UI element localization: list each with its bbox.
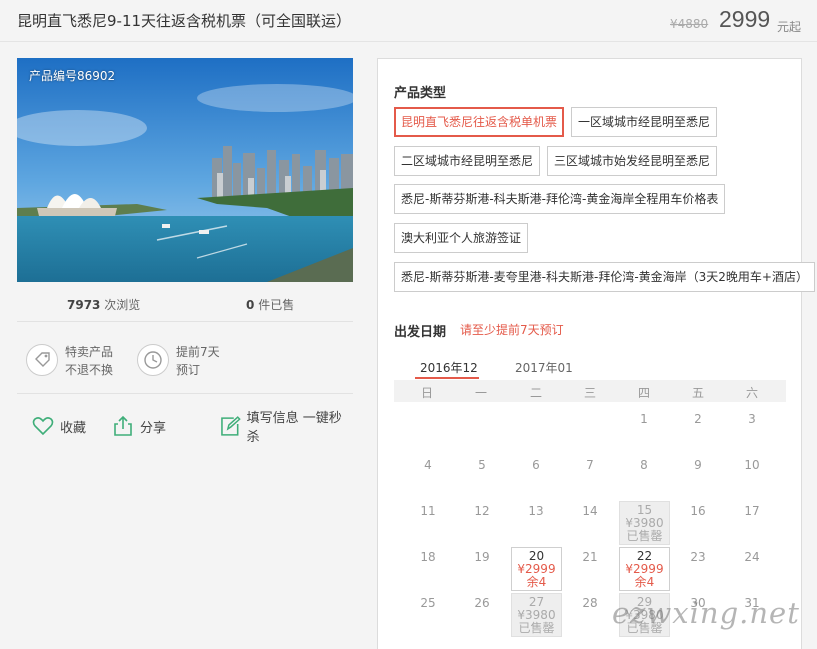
weekday-mon: 一 [474, 386, 487, 400]
feature-special-line2: 不退不换 [65, 363, 114, 377]
calendar-day: 17 [744, 504, 760, 518]
weekday-wed: 三 [583, 386, 596, 400]
calendar-day-available[interactable]: 22 ¥2999 余4 [619, 547, 670, 591]
calendar-day: 9 [694, 458, 702, 472]
calendar-day: 19 [474, 550, 490, 564]
site-watermark: ezwxing.net [612, 596, 800, 630]
product-type-option[interactable]: 三区域城市始发经昆明至悉尼 [547, 146, 718, 176]
active-month-indicator [415, 377, 479, 379]
calendar-day: 25 [420, 596, 436, 610]
heart-icon [32, 417, 54, 436]
sydney-harbour-image [17, 58, 353, 282]
product-photo: 产品编号86902 [17, 58, 353, 282]
edit-icon [221, 416, 241, 436]
product-type-option[interactable]: 悉尼-斯蒂芬斯港-科夫斯港-拜伦湾-黄金海岸全程用车价格表 [394, 184, 726, 214]
calendar-day: 8 [640, 458, 648, 472]
calendar-day-soldout: 27 ¥3980 已售罄 [511, 593, 562, 637]
calendar-day: 12 [474, 504, 490, 518]
tag-icon [26, 344, 58, 376]
feature-advance: 提前7天 预订 [176, 343, 220, 379]
cell-status: 余4 [634, 575, 655, 589]
calendar-day: 23 [690, 550, 706, 564]
booking-panel: 产品类型 昆明直飞悉尼往返含税单机票 一区域城市经昆明至悉尼 二区域城市经昆明至… [377, 58, 815, 649]
departure-date-label: 出发日期 [394, 325, 447, 340]
calendar-day: 1 [640, 412, 648, 426]
calendar-day: 24 [744, 550, 760, 564]
page-header: 昆明直飞悉尼9-11天往返含税机票（可全国联运） ¥4880 2999 元起 [0, 0, 817, 42]
product-code: 产品编号86902 [29, 69, 116, 83]
calendar-day-available[interactable]: 20 ¥2999 余4 [511, 547, 562, 591]
weekday-header: 日 一 二 三 四 五 六 [394, 380, 786, 402]
weekday-sun: 日 [420, 386, 433, 400]
feature-advance-line1: 提前7天 [176, 345, 220, 359]
calendar-day: 6 [532, 458, 540, 472]
sold-label: 件已售 [258, 298, 295, 312]
share-icon [114, 415, 132, 436]
booking-notice: 请至少提前7天预订 [460, 323, 564, 337]
calendar-day: 28 [582, 596, 598, 610]
cell-status: 已售罄 [626, 529, 663, 543]
cell-status: 余4 [526, 575, 547, 589]
weekday-tue: 二 [529, 386, 542, 400]
calendar-day: 16 [690, 504, 706, 518]
calendar-day: 21 [582, 550, 598, 564]
product-actions: 收藏 分享 填写信息 一键秒杀 [17, 411, 353, 445]
favorite-label: 收藏 [60, 420, 87, 436]
calendar-day: 18 [420, 550, 436, 564]
calendar-day: 10 [744, 458, 760, 472]
product-features: 特卖产品 不退不换 提前7天 预订 [17, 334, 353, 394]
calendar-day: 5 [478, 458, 486, 472]
calendar-day: 11 [420, 504, 436, 518]
calendar-day: 13 [528, 504, 544, 518]
feature-special-line1: 特卖产品 [65, 345, 114, 359]
views-stat: 7973 次浏览 [67, 296, 140, 313]
calendar-day: 2 [694, 412, 702, 426]
calendar-day-soldout: 15 ¥3980 已售罄 [619, 501, 670, 545]
calendar-day: 26 [474, 596, 490, 610]
calendar-day: 3 [748, 412, 756, 426]
current-price: 2999 [719, 6, 771, 32]
original-price: ¥4880 [670, 17, 709, 31]
share-label: 分享 [140, 420, 167, 436]
feature-advance-line2: 预订 [176, 363, 201, 377]
sold-stat: 0 件已售 [246, 296, 294, 313]
product-type-label: 产品类型 [394, 86, 447, 101]
cell-status: 已售罄 [518, 621, 555, 635]
favorite-button[interactable]: 收藏 [32, 412, 86, 440]
product-title: 昆明直飞悉尼9-11天往返含税机票（可全国联运） [17, 12, 352, 30]
weekday-fri: 五 [691, 386, 704, 400]
product-type-option[interactable]: 悉尼-斯蒂芬斯港-麦夸里港-科夫斯港-拜伦湾-黄金海岸（3天2晚用车+酒店） [394, 262, 815, 292]
product-type-option[interactable]: 二区域城市经昆明至悉尼 [394, 146, 541, 176]
calendar-day: 4 [424, 458, 432, 472]
calendar-day: 7 [586, 458, 594, 472]
price-suffix: 元起 [777, 20, 802, 34]
product-type-option[interactable]: 澳大利亚个人旅游签证 [394, 223, 529, 253]
views-label: 次浏览 [104, 298, 141, 312]
feature-special: 特卖产品 不退不换 [65, 343, 113, 379]
fill-info-label: 填写信息 一键秒杀 [246, 411, 342, 445]
product-type-option[interactable]: 一区域城市经昆明至悉尼 [571, 107, 718, 137]
clock-icon [137, 344, 169, 376]
fill-info-button[interactable]: 填写信息 一键秒杀 [219, 411, 353, 445]
share-button[interactable]: 分享 [112, 412, 166, 440]
weekday-thu: 四 [637, 386, 650, 400]
weekday-sat: 六 [745, 386, 758, 400]
product-stats: 7973 次浏览 0 件已售 [17, 294, 353, 322]
product-type-option[interactable]: 昆明直飞悉尼往返含税单机票 [394, 107, 565, 137]
sold-count: 0 [246, 298, 255, 312]
calendar-day: 14 [582, 504, 598, 518]
views-count: 7973 [67, 298, 101, 312]
month-tab-dec[interactable]: 2016年12 [420, 359, 478, 376]
month-tab-jan[interactable]: 2017年01 [515, 359, 573, 376]
